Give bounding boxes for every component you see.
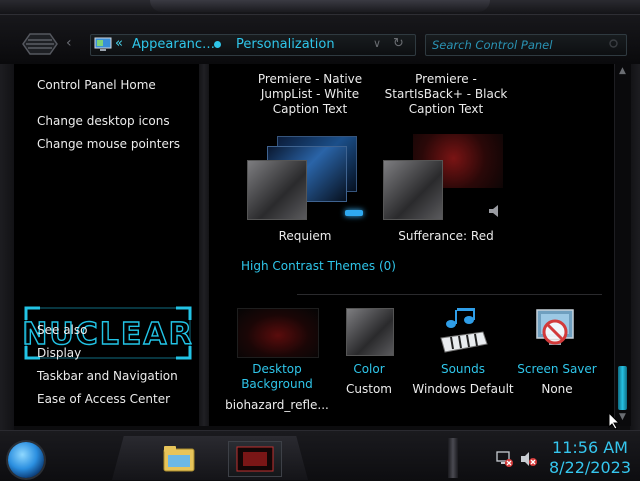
desktop-background-value: biohazard_refle... [225,398,329,412]
scrollbar-thumb[interactable] [618,366,627,410]
start-button[interactable] [8,442,44,478]
breadcrumb-personalization[interactable]: Personalization [236,37,335,52]
volume-muted-icon[interactable] [520,451,538,467]
color-link[interactable]: Color [329,362,409,377]
breadcrumb-chevron-icon: « [115,36,123,51]
content-pane: Premiere - Native JumpList - White Capti… [209,64,614,426]
pane-divider[interactable] [199,64,209,426]
sidebar: Control Panel Home Change desktop icons … [14,64,200,426]
search-input[interactable]: Search Control Panel [425,34,627,56]
show-desktop-divider[interactable] [448,438,458,478]
sidebar-link-control-panel-home[interactable]: Control Panel Home [37,78,156,92]
emblem-icon [22,33,58,55]
theme-color-swatch [247,160,307,220]
personalization-window-thumbnail[interactable] [228,441,282,477]
high-contrast-themes-link[interactable]: High Contrast Themes (0) [241,259,396,274]
color-value: Custom [346,382,392,396]
search-placeholder: Search Control Panel [432,38,553,52]
network-status-icon[interactable] [496,450,514,468]
screen-saver-link[interactable]: Screen Saver [509,362,605,377]
speaker-icon [489,205,498,217]
theme-label-requiem[interactable]: Requiem [245,229,365,244]
scroll-up-icon[interactable]: ▲ [616,66,629,78]
screen-saver-icon[interactable] [531,308,579,354]
vertical-scrollbar[interactable]: ▲ ▼ [614,64,631,426]
back-button[interactable]: ‹ [66,36,78,50]
frame-left-edge [0,64,14,430]
sidebar-link-ease-of-access[interactable]: Ease of Access Center [37,392,170,406]
refresh-icon[interactable]: ↻ [393,36,404,51]
theme-sufferance-red[interactable] [381,134,509,226]
breadcrumb-separator-icon[interactable] [214,41,221,48]
sounds-value: Windows Default [412,382,514,396]
desktop-background-link[interactable]: Desktop Background [229,362,325,392]
sidebar-link-change-mouse-pointers[interactable]: Change mouse pointers [37,137,180,151]
mouse-cursor-icon [608,412,620,430]
address-bar[interactable]: « Appearanc… Personalization ∨ ↻ [90,34,416,56]
sidebar-link-change-desktop-icons[interactable]: Change desktop icons [37,114,170,128]
theme-color-swatch [383,160,443,220]
frame-right-edge [630,64,640,430]
screen-saver-value: None [541,382,573,396]
taskbar [0,430,640,481]
clock-date[interactable]: 8/22/2023 [548,458,632,477]
desktop-background-icon[interactable] [237,308,319,358]
sidebar-link-taskbar-navigation[interactable]: Taskbar and Navigation [37,369,178,383]
theme-label-premiere-native[interactable]: Premiere - Native JumpList - White Capti… [249,72,371,117]
clock-time[interactable]: 11:56 AM [548,438,632,457]
sounds-icon[interactable] [437,308,489,354]
theme-label-sufferance-red[interactable]: Sufferance: Red [381,229,511,244]
search-icon[interactable] [609,39,620,50]
theme-glow-icon [345,210,363,216]
sidebar-link-display[interactable]: Display [37,346,81,360]
section-divider [297,294,602,295]
file-explorer-icon[interactable] [160,443,198,475]
control-panel-icon [94,37,112,51]
color-icon[interactable] [346,308,394,356]
theme-requiem[interactable] [245,134,365,226]
breadcrumb-appearance[interactable]: Appearanc… [132,37,215,52]
frame-ridge-center [150,0,490,12]
see-also-heading: See also [37,323,88,337]
theme-label-premiere-startisback[interactable]: Premiere - StartIsBack+ - Black Caption … [377,72,515,117]
chevron-down-icon[interactable]: ∨ [373,37,381,50]
sounds-link[interactable]: Sounds [421,362,505,377]
